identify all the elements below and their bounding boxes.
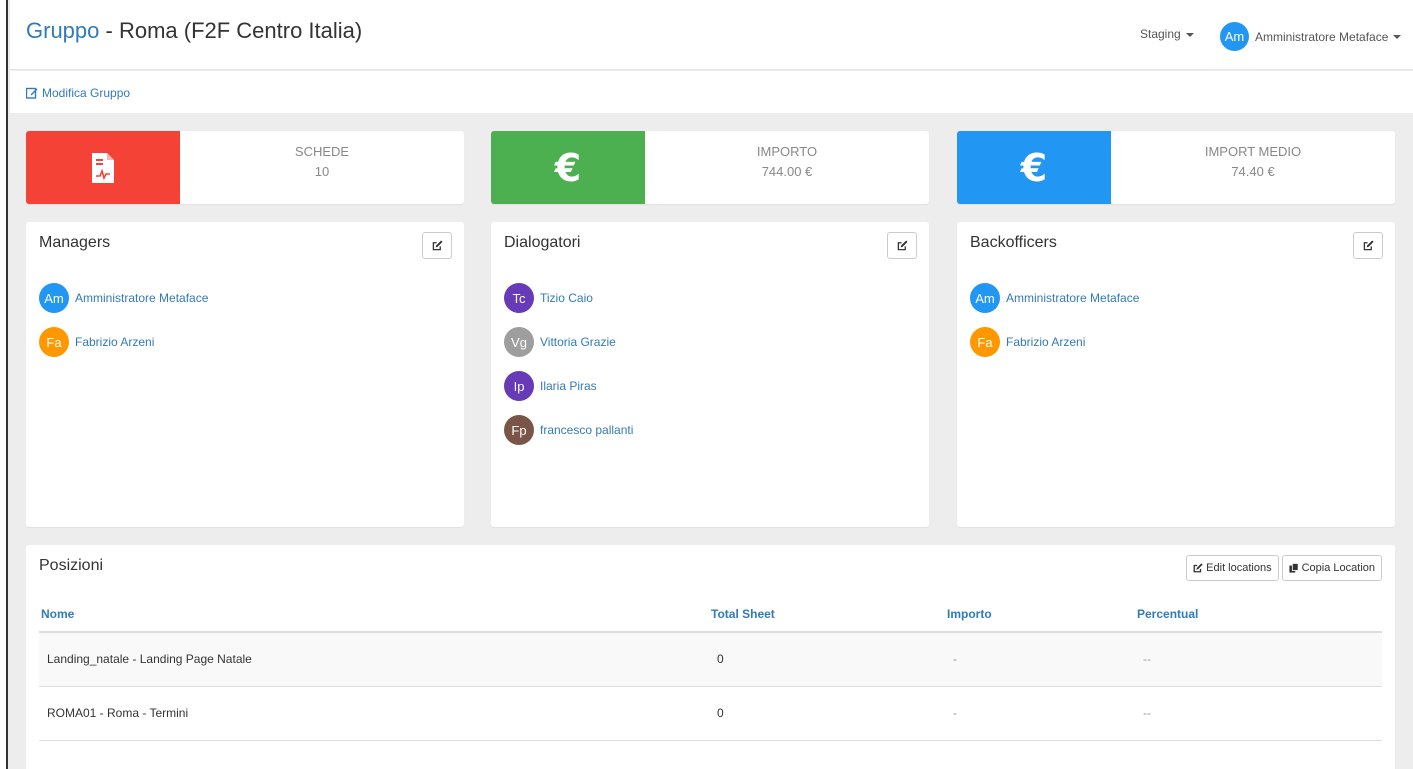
avatar: Tc (504, 283, 534, 313)
action-bar: Modifica Gruppo (10, 71, 1413, 113)
avatar: Fp (504, 415, 534, 445)
list-item: Vg Vittoria Grazie (504, 327, 633, 357)
page-title: Gruppo - Roma (F2F Centro Italia) (26, 18, 362, 44)
column-header-nome[interactable]: Nome (39, 597, 709, 633)
panel-title: Backofficers (970, 234, 1057, 251)
avatar: Am (39, 283, 69, 313)
member-list: Am Amministratore Metaface Fa Fabrizio Arze… (970, 283, 1139, 371)
edit-icon (432, 240, 443, 251)
edit-locations-button[interactable]: Edit locations (1186, 555, 1279, 581)
table-row: Landing_natale - Landing Page Natale 0 -… (39, 632, 1382, 687)
list-item: Am Amministratore Metaface (39, 283, 208, 313)
member-name-link[interactable]: Vittoria Grazie (540, 335, 616, 349)
list-item: Tc Tizio Caio (504, 283, 633, 313)
stat-value: 10 (314, 164, 330, 179)
copy-icon (1289, 563, 1299, 573)
positions-panel: Posizioni Edit locations Copia Location … (26, 545, 1395, 769)
column-header-percentual[interactable]: Percentual (1135, 597, 1382, 633)
member-list: Tc Tizio Caio Vg Vittoria Grazie Ip Ilaria Pi… (504, 283, 633, 459)
stat-icon-bg (26, 131, 180, 204)
avatar: Am (1220, 22, 1249, 51)
backofficers-panel: Backofficers Am Amministratore Metaface Fa… (957, 222, 1395, 527)
cell-importo: - (945, 632, 1135, 687)
copy-location-label: Copia Location (1301, 562, 1375, 574)
cell-total-sheet: 0 (709, 686, 945, 741)
avatar: Ip (504, 371, 534, 401)
stat-label: IMPORTO (756, 144, 818, 159)
panel-title: Managers (39, 234, 111, 251)
column-header-importo[interactable]: Importo (945, 597, 1135, 633)
member-name-link[interactable]: Ilaria Piras (540, 379, 597, 393)
member-list: Am Amministratore Metaface Fa Fabrizio Arze… (39, 283, 208, 371)
edit-group-label: Modifica Gruppo (42, 86, 131, 100)
edit-icon (897, 240, 908, 251)
edit-icon (1193, 563, 1203, 573)
stat-text: IMPORT MEDIO 74.40 € (1111, 144, 1395, 179)
avatar: Vg (504, 327, 534, 357)
stat-schede: SCHEDE 10 (26, 131, 464, 204)
stat-label: IMPORT MEDIO (1204, 144, 1302, 159)
avatar: Am (970, 283, 1000, 313)
edit-icon (26, 87, 38, 99)
file-pdf-icon (92, 152, 114, 183)
stat-import-medio: € IMPORT MEDIO 74.40 € (957, 131, 1395, 204)
member-name-link[interactable]: Amministratore Metaface (1006, 291, 1139, 305)
positions-actions: Edit locations Copia Location (1183, 555, 1382, 581)
member-name-link[interactable]: Fabrizio Arzeni (75, 335, 154, 349)
list-item: Fa Fabrizio Arzeni (970, 327, 1139, 357)
member-name-link[interactable]: Tizio Caio (540, 291, 593, 305)
edit-backofficers-button[interactable] (1353, 232, 1383, 259)
positions-table: Nome Total Sheet Importo Percentual Land… (39, 597, 1382, 741)
user-name: Amministratore Metaface (1255, 29, 1389, 44)
member-name-link[interactable]: francesco pallanti (540, 423, 633, 437)
stat-icon-bg: € (491, 131, 645, 204)
stat-importo: € IMPORTO 744.00 € (491, 131, 929, 204)
copy-location-button[interactable]: Copia Location (1281, 555, 1382, 581)
cell-nome: ROMA01 - Roma - Termini (39, 686, 709, 741)
panel-title: Posizioni (39, 557, 104, 574)
euro-icon: € (554, 145, 582, 190)
stat-value: 744.00 € (761, 164, 813, 179)
dialogatori-panel: Dialogatori Tc Tizio Caio Vg Vittoria Grazi… (491, 222, 929, 527)
column-header-total-sheet[interactable]: Total Sheet (709, 597, 945, 633)
page-left-border (0, 0, 8, 769)
edit-managers-button[interactable] (422, 232, 452, 259)
list-item: Fa Fabrizio Arzeni (39, 327, 208, 357)
caret-down-icon (1393, 34, 1402, 39)
member-name-link[interactable]: Amministratore Metaface (75, 291, 208, 305)
stat-text: SCHEDE 10 (180, 144, 464, 179)
cell-percentual: -- (1135, 686, 1382, 741)
list-item: Am Amministratore Metaface (970, 283, 1139, 313)
edit-icon (1363, 240, 1374, 251)
managers-panel: Managers Am Amministratore Metaface Fa Fabr… (26, 222, 464, 527)
edit-locations-label: Edit locations (1206, 562, 1272, 574)
member-name-link[interactable]: Fabrizio Arzeni (1006, 335, 1085, 349)
euro-icon: € (1020, 145, 1048, 190)
cell-nome: Landing_natale - Landing Page Natale (39, 632, 709, 687)
cell-percentual: -- (1135, 632, 1382, 687)
user-menu[interactable]: Am Amministratore Metaface (1220, 22, 1402, 51)
stat-text: IMPORTO 744.00 € (645, 144, 929, 179)
table-row: ROMA01 - Roma - Termini 0 - -- (39, 686, 1382, 741)
group-name: - Roma (F2F Centro Italia) (99, 18, 363, 43)
avatar: Fa (970, 327, 1000, 357)
list-item: Fp francesco pallanti (504, 415, 633, 445)
edit-group-link[interactable]: Modifica Gruppo (26, 86, 130, 100)
environment-label: Staging (1140, 27, 1181, 41)
table-header-row: Nome Total Sheet Importo Percentual (39, 597, 1382, 633)
avatar: Fa (39, 327, 69, 357)
cell-total-sheet: 0 (709, 632, 945, 687)
panel-title: Dialogatori (504, 234, 581, 251)
stat-label: SCHEDE (294, 144, 350, 159)
edit-dialogatori-button[interactable] (887, 232, 917, 259)
top-navbar: Gruppo - Roma (F2F Centro Italia) Stagin… (10, 0, 1413, 70)
cell-importo: - (945, 686, 1135, 741)
stat-icon-bg: € (957, 131, 1111, 204)
stat-value: 74.40 € (1231, 164, 1275, 179)
group-breadcrumb-link[interactable]: Gruppo (26, 18, 99, 43)
list-item: Ip Ilaria Piras (504, 371, 633, 401)
caret-down-icon (1185, 32, 1194, 37)
environment-dropdown[interactable]: Staging (1140, 27, 1194, 41)
